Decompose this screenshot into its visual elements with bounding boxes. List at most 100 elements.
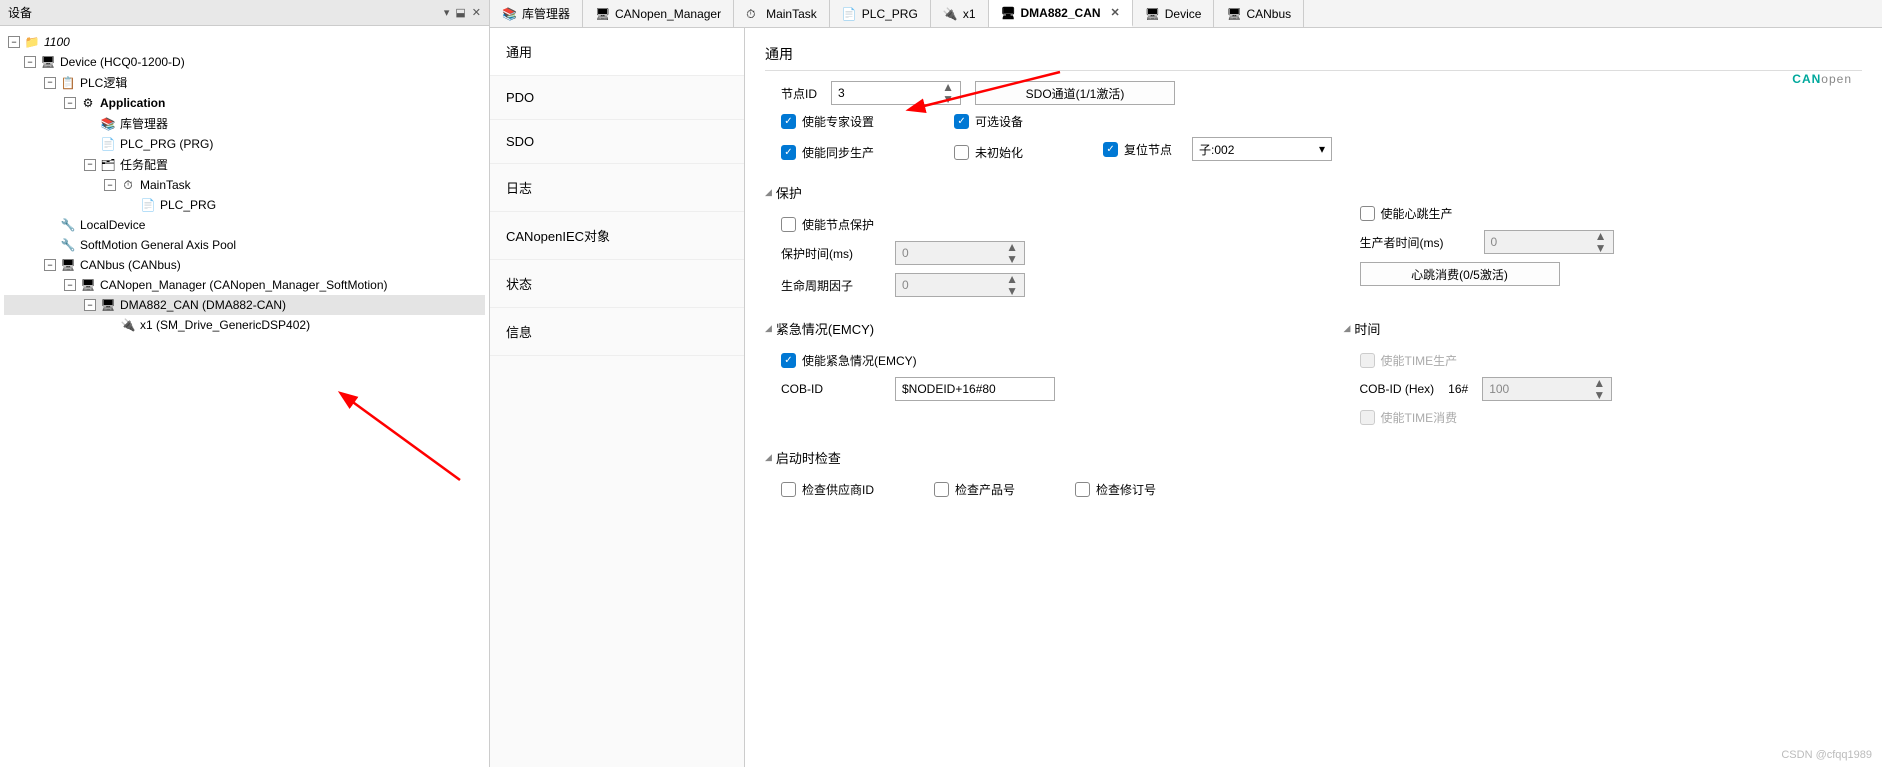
- sidenav-pdo[interactable]: PDO: [490, 76, 744, 120]
- sidenav-sdo[interactable]: SDO: [490, 120, 744, 164]
- tab-device[interactable]: 🖥Device: [1133, 0, 1215, 27]
- expander-icon[interactable]: −: [84, 159, 96, 171]
- checkbox-disabled-icon: [1360, 410, 1375, 425]
- checkbox-unchecked-icon: [954, 145, 969, 160]
- project-icon: 📁: [24, 34, 40, 50]
- emcy-cobid-input[interactable]: $NODEID+16#80: [895, 377, 1055, 401]
- check-revision-checkbox[interactable]: 检查修订号: [1075, 481, 1156, 498]
- spinner-icon[interactable]: ▲▼: [942, 81, 954, 105]
- section-emcy-title[interactable]: 紧急情况(EMCY): [765, 313, 1284, 344]
- checkbox-checked-icon: ✓: [781, 353, 796, 368]
- tree-maintask[interactable]: − ⏱ MainTask: [4, 175, 485, 195]
- expander-icon[interactable]: −: [84, 299, 96, 311]
- expander-icon[interactable]: −: [44, 259, 56, 271]
- sdo-channel-button[interactable]: SDO通道(1/1激活): [975, 81, 1175, 105]
- prg-icon: 📄: [842, 7, 856, 21]
- editor-tabs: 📚库管理器 🖥CANopen_Manager ⏱MainTask 📄PLC_PR…: [490, 0, 1882, 28]
- node-id-label: 节点ID: [781, 85, 817, 102]
- library-icon: 📚: [502, 7, 516, 21]
- expander-icon[interactable]: −: [24, 56, 36, 68]
- chevron-down-icon: ▾: [1319, 142, 1325, 156]
- task-icon: 🗂: [100, 157, 116, 173]
- expander-icon[interactable]: −: [104, 179, 116, 191]
- checkbox-checked-icon: ✓: [1103, 142, 1118, 157]
- checkbox-checked-icon: ✓: [781, 114, 796, 129]
- softmotion-icon: 🔧: [60, 237, 76, 253]
- check-product-checkbox[interactable]: 检查产品号: [934, 481, 1015, 498]
- device-icon: 🖥: [1001, 6, 1015, 20]
- tree-dma882-can[interactable]: − 🖥 DMA882_CAN (DMA882-CAN): [4, 295, 485, 315]
- time-cobid-input: 100▲▼: [1482, 377, 1612, 401]
- app-icon: ⚙: [80, 95, 96, 111]
- tree-application[interactable]: − ⚙ Application: [4, 93, 485, 113]
- device-icon: 🖥: [100, 297, 116, 313]
- checkbox-checked-icon: ✓: [954, 114, 969, 129]
- panel-pin-icon[interactable]: ⬓: [455, 6, 465, 19]
- check-vendor-checkbox[interactable]: 检查供应商ID: [781, 481, 874, 498]
- reset-node-checkbox[interactable]: ✓复位节点: [1103, 141, 1172, 158]
- tab-lib-manager[interactable]: 📚库管理器: [490, 0, 583, 27]
- expander-icon[interactable]: −: [64, 97, 76, 109]
- sidenav-canopen-iec[interactable]: CANopenIEC对象: [490, 212, 744, 260]
- config-main: CANopen 通用 节点ID 3 ▲▼ SDO通道(1/1激活) ✓使能专家设…: [745, 28, 1882, 767]
- tab-dma882-can[interactable]: 🖥DMA882_CAN✕: [989, 0, 1133, 27]
- heartbeat-consume-button[interactable]: 心跳消费(0/5激活): [1360, 262, 1560, 286]
- prg-icon: 📄: [140, 197, 156, 213]
- sidenav-general[interactable]: 通用: [490, 28, 744, 76]
- tree-plc-prg2[interactable]: 📄 PLC_PRG: [4, 195, 485, 215]
- device-tree: − 📁 1100 − 🖥 Device (HCQ0-1200-D) − 📋 PL…: [0, 26, 489, 767]
- sub-select[interactable]: 子:002▾: [1192, 137, 1332, 161]
- config-sidenav: 通用 PDO SDO 日志 CANopenIEC对象 状态 信息: [490, 28, 745, 767]
- sidenav-log[interactable]: 日志: [490, 164, 744, 212]
- tab-canbus[interactable]: 🖥CANbus: [1214, 0, 1304, 27]
- enable-sync-checkbox[interactable]: ✓使能同步生产: [781, 144, 874, 161]
- canopen-icon: 🖥: [80, 277, 96, 293]
- spinner-icon: ▲▼: [1006, 241, 1018, 265]
- expander-icon[interactable]: −: [8, 36, 20, 48]
- sidenav-info[interactable]: 信息: [490, 308, 744, 356]
- checkbox-unchecked-icon: [934, 482, 949, 497]
- enable-time-produce-checkbox: 使能TIME生产: [1360, 352, 1458, 369]
- panel-title: 设备: [8, 4, 32, 21]
- expander-icon[interactable]: −: [44, 77, 56, 89]
- producer-time-input: 0▲▼: [1484, 230, 1614, 254]
- time-cobid-label: COB-ID (Hex): [1360, 382, 1435, 396]
- tab-x1[interactable]: 🔌x1: [931, 0, 989, 27]
- section-time-title[interactable]: 时间: [1344, 313, 1863, 344]
- emcy-cobid-label: COB-ID: [781, 382, 881, 396]
- plc-icon: 📋: [60, 75, 76, 91]
- tab-maintask[interactable]: ⏱MainTask: [734, 0, 830, 27]
- producer-time-label: 生产者时间(ms): [1360, 234, 1470, 251]
- tab-plc-prg[interactable]: 📄PLC_PRG: [830, 0, 931, 27]
- tree-plc-prg[interactable]: 📄 PLC_PRG (PRG): [4, 134, 485, 154]
- optional-device-checkbox[interactable]: ✓可选设备: [954, 113, 1023, 130]
- tree-x1[interactable]: 🔌 x1 (SM_Drive_GenericDSP402): [4, 315, 485, 335]
- tab-canopen-manager[interactable]: 🖥CANopen_Manager: [583, 0, 734, 27]
- enable-emcy-checkbox[interactable]: ✓使能紧急情况(EMCY): [781, 352, 917, 369]
- tree-root[interactable]: − 📁 1100: [4, 32, 485, 52]
- tree-lib-manager[interactable]: 📚 库管理器: [4, 113, 485, 134]
- section-startup-title[interactable]: 启动时检查: [765, 442, 1862, 473]
- panel-close-icon[interactable]: ✕: [472, 6, 481, 19]
- tree-device[interactable]: − 🖥 Device (HCQ0-1200-D): [4, 52, 485, 72]
- protect-time-label: 保护时间(ms): [781, 245, 881, 262]
- tree-softmotion[interactable]: 🔧 SoftMotion General Axis Pool: [4, 235, 485, 255]
- canbus-icon: 🖥: [1226, 7, 1240, 21]
- tree-task-config[interactable]: − 🗂 任务配置: [4, 154, 485, 175]
- node-id-input[interactable]: 3 ▲▼: [831, 81, 961, 105]
- tree-plc-logic[interactable]: − 📋 PLC逻辑: [4, 72, 485, 93]
- tree-canopen-manager[interactable]: − 🖥 CANopen_Manager (CANopen_Manager_Sof…: [4, 275, 485, 295]
- close-icon[interactable]: ✕: [1111, 6, 1120, 19]
- enable-node-protect-checkbox[interactable]: 使能节点保护: [781, 216, 874, 233]
- sidenav-status[interactable]: 状态: [490, 260, 744, 308]
- section-protection-title[interactable]: 保护: [765, 177, 1284, 208]
- tree-canbus[interactable]: − 🖥 CANbus (CANbus): [4, 255, 485, 275]
- enable-heartbeat-checkbox[interactable]: 使能心跳生产: [1360, 205, 1453, 222]
- protect-time-input: 0▲▼: [895, 241, 1025, 265]
- enable-expert-checkbox[interactable]: ✓使能专家设置: [781, 113, 874, 130]
- panel-dropdown-icon[interactable]: ▾: [444, 6, 450, 19]
- expander-icon[interactable]: −: [64, 279, 76, 291]
- uninitialized-checkbox[interactable]: 未初始化: [954, 144, 1023, 161]
- checkbox-checked-icon: ✓: [781, 145, 796, 160]
- tree-local-device[interactable]: 🔧 LocalDevice: [4, 215, 485, 235]
